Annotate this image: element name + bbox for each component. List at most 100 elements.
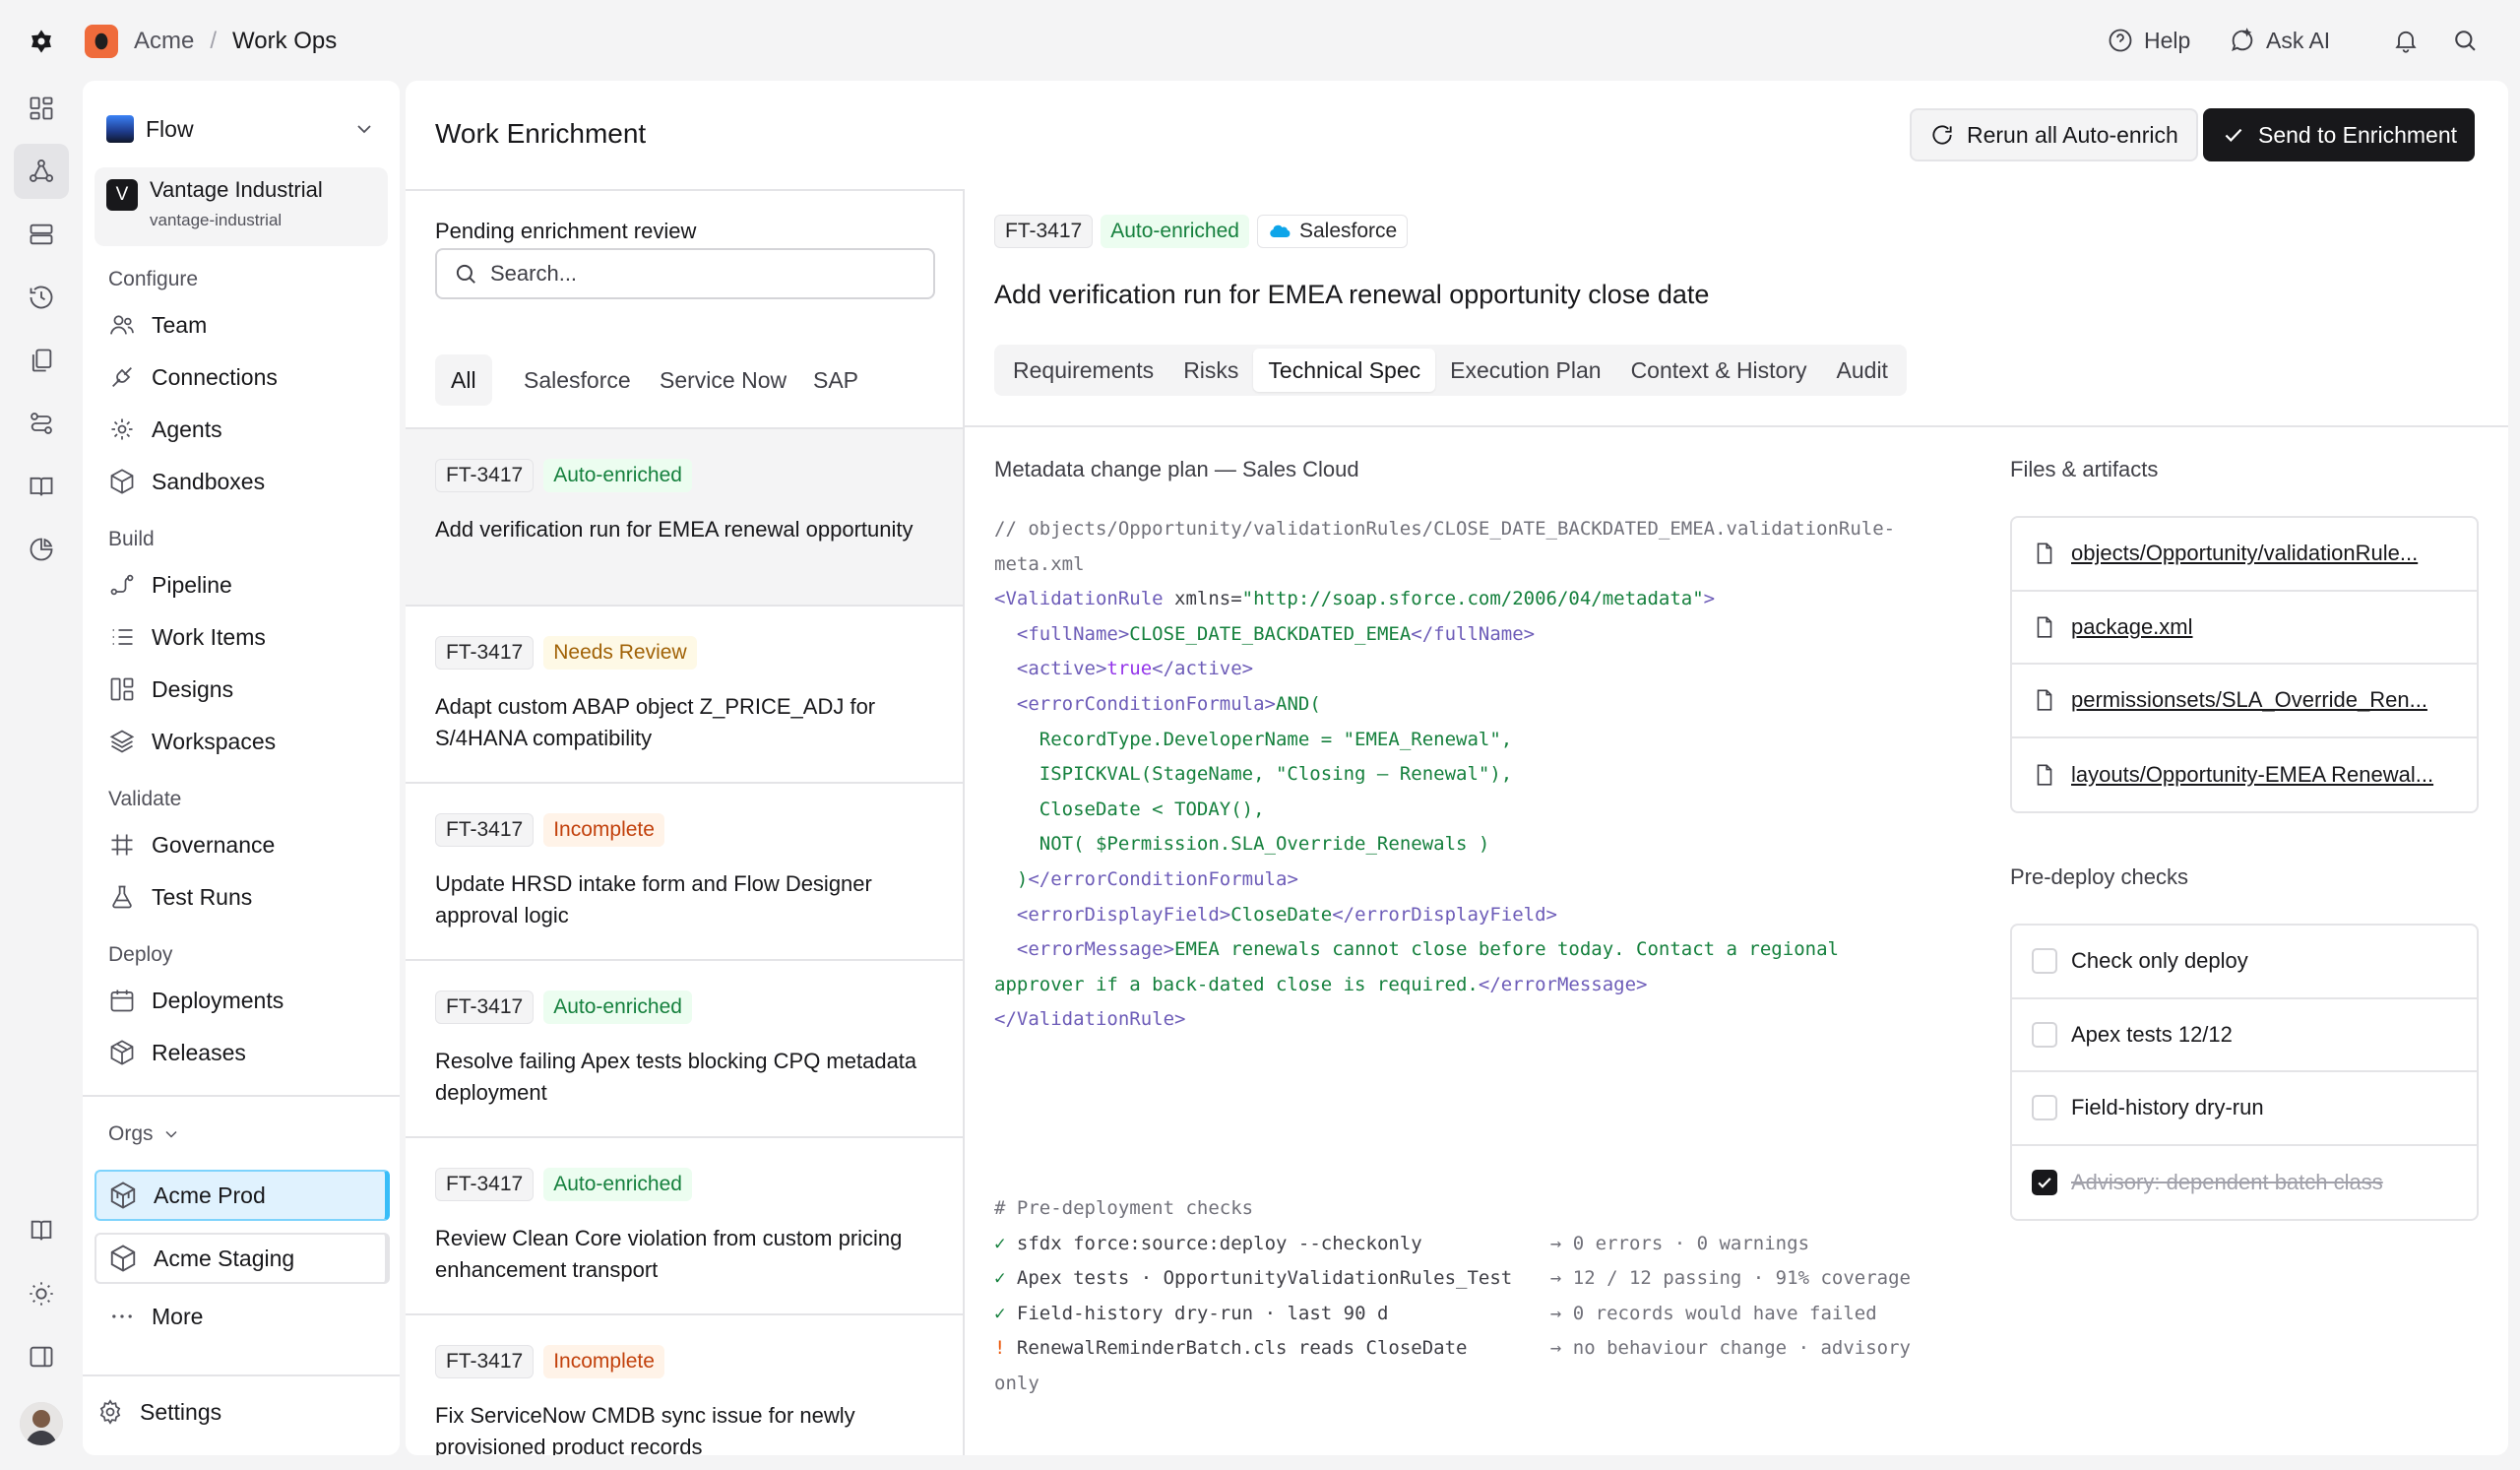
checkbox-checked[interactable] xyxy=(2032,1169,2057,1195)
ask-ai-button[interactable]: Ask AI xyxy=(2229,20,2330,61)
file-icon xyxy=(2037,543,2052,564)
status-badge: Auto-enriched xyxy=(543,1168,692,1201)
filter-salesforce[interactable]: Salesforce xyxy=(508,354,647,406)
breadcrumb-project[interactable]: Work Ops xyxy=(232,28,337,55)
tab-execution-plan[interactable]: Execution Plan xyxy=(1435,349,1615,392)
book-icon[interactable] xyxy=(14,459,69,514)
nav-item-pipeline[interactable]: Pipeline xyxy=(108,563,390,607)
predeploy-heading: Pre-deploy checks xyxy=(2010,864,2188,889)
notifications-button[interactable] xyxy=(2392,20,2420,61)
detail-status-badge: Auto-enriched xyxy=(1101,215,1249,248)
check-only-deploy-checkbox[interactable]: Check only deploy xyxy=(2012,926,2477,999)
item-id-badge: FT-3417 xyxy=(435,1345,535,1378)
nav-item-test-runs[interactable]: Test Runs xyxy=(108,875,390,919)
docs-icon[interactable] xyxy=(14,1203,69,1258)
nav-item-work-items[interactable]: Work Items xyxy=(108,615,390,659)
status-badge: Auto-enriched xyxy=(543,991,692,1024)
check-icon xyxy=(2225,128,2242,142)
file-link[interactable]: permissionsets/SLA_Override_Ren... xyxy=(2012,665,2477,738)
file-icon xyxy=(2037,616,2052,638)
tab-requirements[interactable]: Requirements xyxy=(998,349,1168,392)
list-item[interactable]: FT-3417 Auto-enriched Resolve failing Ape… xyxy=(406,959,963,1136)
history-icon[interactable] xyxy=(14,270,69,325)
workspace-switcher[interactable]: Flow xyxy=(106,100,376,158)
org-logo-icon[interactable] xyxy=(85,25,118,58)
cube-icon xyxy=(110,1182,136,1209)
tab-risks[interactable]: Risks xyxy=(1168,349,1253,392)
avatar[interactable] xyxy=(20,1402,63,1445)
salesforce-cloud-icon xyxy=(1270,224,1291,237)
checkbox[interactable] xyxy=(2032,1095,2057,1121)
bell-icon xyxy=(2395,31,2417,53)
nav-item-more[interactable]: More xyxy=(108,1295,390,1338)
nav-item-designs[interactable]: Designs xyxy=(108,668,390,711)
help-icon xyxy=(2109,29,2132,52)
divider xyxy=(83,1095,400,1097)
layers-icon xyxy=(109,730,135,753)
env-acme-prod[interactable]: Acme Prod xyxy=(94,1170,390,1221)
filter-sap[interactable]: SAP xyxy=(797,354,874,406)
nav-item-deployments[interactable]: Deployments xyxy=(108,979,390,1022)
flow-icon[interactable] xyxy=(14,144,69,199)
checkbox[interactable] xyxy=(2032,948,2057,975)
list-item[interactable]: FT-3417 Auto-enriched Review Clean Core v… xyxy=(406,1136,963,1313)
search-input[interactable]: Search... xyxy=(435,248,935,299)
tab-context-history[interactable]: Context & History xyxy=(1616,349,1822,392)
advisory-checkbox[interactable]: Advisory: dependent batch class xyxy=(2012,1146,2477,1220)
nav-item-agents[interactable]: Agents xyxy=(108,408,390,451)
pie-chart-icon[interactable] xyxy=(14,522,69,577)
help-button[interactable]: Help xyxy=(2107,20,2190,61)
list-item[interactable]: FT-3417 Incomplete Update HRSD intake for… xyxy=(406,782,963,959)
server-icon[interactable] xyxy=(14,207,69,262)
nav-item-team[interactable]: Team xyxy=(108,303,390,347)
search-icon xyxy=(456,264,475,284)
list-item[interactable]: FT-3417 Auto-enriched Add verification ru… xyxy=(406,427,963,605)
status-badge: Incomplete xyxy=(543,813,664,847)
workspace-logo-icon xyxy=(106,115,134,143)
list-icon xyxy=(112,629,133,645)
org-selector[interactable]: V Vantage Industrial vantage-industrial xyxy=(94,167,388,246)
files-list: objects/Opportunity/validationRule... pa… xyxy=(2010,516,2479,813)
search-button[interactable] xyxy=(2451,20,2479,61)
detail-title: Add verification run for EMEA renewal op… xyxy=(994,280,1710,309)
nav-item-sandboxes[interactable]: Sandboxes xyxy=(108,460,390,503)
field-history-checkbox[interactable]: Field-history dry-run xyxy=(2012,1072,2477,1146)
file-link[interactable]: objects/Opportunity/validationRule... xyxy=(2012,518,2477,592)
tab-audit[interactable]: Audit xyxy=(1822,349,1903,392)
nav-item-settings[interactable]: Settings xyxy=(96,1390,390,1434)
panel-toggle-icon[interactable] xyxy=(14,1329,69,1384)
item-id-badge: FT-3417 xyxy=(435,459,535,492)
item-title: Fix ServiceNow CMDB sync issue for newly… xyxy=(435,1403,855,1455)
orgs-toggle[interactable]: Orgs xyxy=(108,1122,181,1146)
item-id-badge: FT-3417 xyxy=(435,813,535,847)
checkbox[interactable] xyxy=(2032,1021,2057,1048)
nav-item-releases[interactable]: Releases xyxy=(108,1031,390,1074)
cube-icon xyxy=(110,1245,136,1272)
breadcrumb-org[interactable]: Acme xyxy=(134,28,194,55)
cpu-gear-icon xyxy=(111,418,133,440)
app-logo-icon[interactable] xyxy=(14,14,69,69)
list-item[interactable]: FT-3417 Needs Review Adapt custom ABAP ob… xyxy=(406,605,963,782)
nav-item-connections[interactable]: Connections xyxy=(108,355,390,399)
workspace-name: Flow xyxy=(146,115,194,142)
filter-service-now[interactable]: Service Now xyxy=(644,354,802,406)
copy-icon[interactable] xyxy=(14,333,69,388)
tab-technical-spec[interactable]: Technical Spec xyxy=(1253,349,1436,392)
routes-icon[interactable] xyxy=(14,396,69,451)
theme-sun-icon[interactable] xyxy=(14,1266,69,1321)
apex-tests-checkbox[interactable]: Apex tests 12/12 xyxy=(2012,999,2477,1072)
check-icon xyxy=(2038,1177,2051,1188)
file-link[interactable]: package.xml xyxy=(2012,592,2477,665)
dashboard-icon[interactable] xyxy=(14,81,69,136)
nav-item-workspaces[interactable]: Workspaces xyxy=(108,720,390,763)
nav-item-governance[interactable]: Governance xyxy=(108,823,390,866)
item-id-badge: FT-3417 xyxy=(435,1168,535,1201)
rerun-auto-enrich-button[interactable]: Rerun all Auto-enrich xyxy=(1910,108,2198,161)
section-configure: Configure xyxy=(108,268,199,290)
filter-all[interactable]: All xyxy=(435,354,492,406)
send-to-enrichment-button[interactable]: Send to Enrichment xyxy=(2203,108,2476,161)
env-acme-staging[interactable]: Acme Staging xyxy=(94,1233,390,1284)
file-link[interactable]: layouts/Opportunity-EMEA Renewal... xyxy=(2012,738,2477,812)
detail-id-badge: FT-3417 xyxy=(994,215,1094,248)
list-item[interactable]: FT-3417 Incomplete Fix ServiceNow CMDB sy… xyxy=(406,1313,963,1455)
